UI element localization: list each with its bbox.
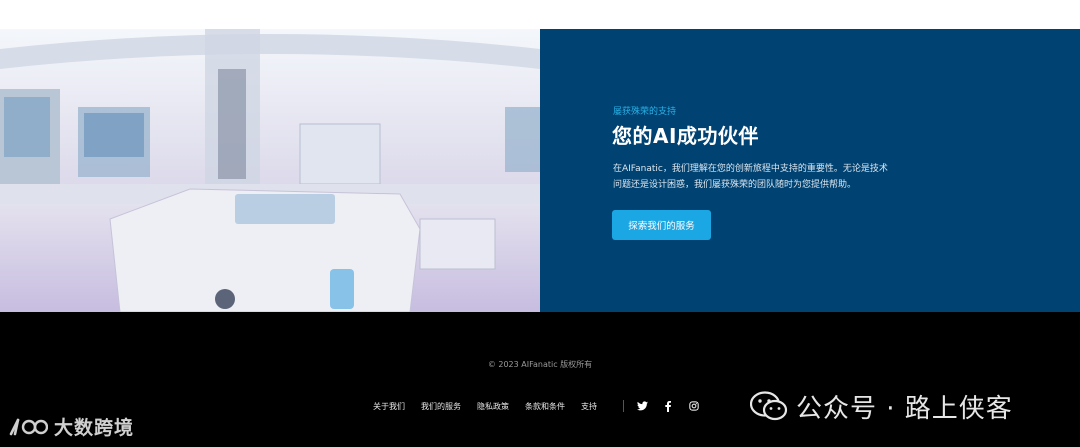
site-footer: © 2023 AIFanatic 版权所有 关于我们 我们的服务 隐私政策 条款… — [0, 312, 1080, 447]
watermark-right: 公众号 · 路上侠客 — [750, 388, 1013, 425]
top-strip — [0, 0, 1080, 29]
instagram-icon[interactable] — [688, 400, 700, 412]
nav-divider — [623, 400, 624, 412]
brand-mark-icon — [9, 418, 48, 435]
support-panel: 屡获殊荣的支持 您的AI成功伙伴 在AIFanatic，我们理解在您的创新旅程中… — [540, 29, 1080, 312]
nav-about-link[interactable]: 关于我们 — [373, 401, 405, 412]
twitter-icon[interactable] — [636, 400, 648, 412]
lab-hero-image — [0, 29, 540, 312]
watermark-left: 大数跨境 — [8, 413, 134, 440]
watermark-left-text: 大数跨境 — [54, 417, 135, 439]
wechat-icon — [750, 390, 788, 420]
copyright-text: © 2023 AIFanatic 版权所有 — [487, 360, 593, 369]
hero-section: 屡获殊荣的支持 您的AI成功伙伴 在AIFanatic，我们理解在您的创新旅程中… — [0, 29, 1080, 312]
hero-headline: 您的AI成功伙伴 — [612, 124, 759, 148]
hero-description: 在AIFanatic，我们理解在您的创新旅程中支持的重要性。无论是技术问题还是设… — [613, 164, 888, 190]
nav-services-link[interactable]: 我们的服务 — [421, 401, 461, 412]
nav-terms-link[interactable]: 条款和条件 — [525, 401, 565, 412]
eyebrow-label: 屡获殊荣的支持 — [613, 107, 677, 117]
watermark-right-text: 公众号 · 路上侠客 — [796, 394, 1013, 424]
nav-support-link[interactable]: 支持 — [581, 401, 597, 412]
nav-privacy-link[interactable]: 隐私政策 — [477, 401, 509, 412]
explore-services-button[interactable]: 探索我们的服务 — [612, 210, 711, 240]
footer-nav: 关于我们 我们的服务 隐私政策 条款和条件 支持 — [373, 400, 714, 412]
facebook-icon[interactable] — [662, 400, 674, 412]
lab-illustration — [0, 29, 540, 312]
